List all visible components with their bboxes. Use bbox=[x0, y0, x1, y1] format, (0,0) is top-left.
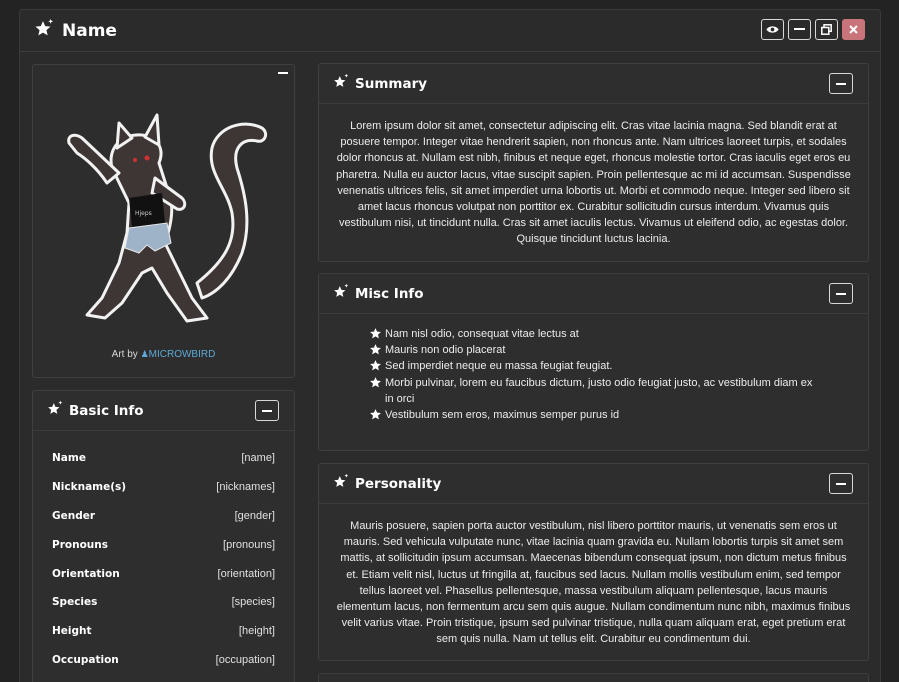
svg-text:Hjeps: Hjeps bbox=[135, 210, 152, 217]
list-item-text: Mauris non odio placerat bbox=[385, 344, 506, 357]
info-value: [orientation] bbox=[217, 567, 275, 580]
misc-info-list: Nam nisl odio, consequat vitae lectus at… bbox=[319, 314, 819, 423]
misc-info-panel: Misc Info Nam nisl odio, consequat vitae… bbox=[318, 273, 869, 451]
misc-info-header: Misc Info bbox=[319, 274, 868, 314]
basic-info-title: Basic Info bbox=[69, 402, 144, 419]
sparkle-star-icon bbox=[333, 283, 349, 304]
preview-button[interactable] bbox=[761, 19, 784, 40]
sparkle-star-icon bbox=[47, 400, 63, 421]
window-header: Name bbox=[20, 10, 880, 52]
minus-icon bbox=[836, 82, 846, 85]
info-row: Height [height] bbox=[33, 617, 294, 646]
summary-collapse-button[interactable] bbox=[829, 73, 853, 94]
info-row: Name [name] bbox=[33, 444, 294, 473]
minimize-button[interactable] bbox=[788, 19, 811, 40]
personality-text: Mauris posuere, sapien porta auctor vest… bbox=[336, 520, 851, 646]
info-value: [name] bbox=[241, 452, 275, 465]
info-key: Height bbox=[52, 625, 92, 638]
list-item-text: Morbi pulvinar, lorem eu faucibus dictum… bbox=[385, 376, 813, 405]
star-bullet-icon bbox=[370, 376, 381, 387]
close-button[interactable] bbox=[842, 19, 865, 40]
art-credit-prefix: Art by bbox=[111, 349, 138, 360]
personality-header: Personality bbox=[319, 464, 868, 504]
restore-icon bbox=[821, 24, 832, 35]
close-icon bbox=[849, 25, 858, 34]
list-item: Morbi pulvinar, lorem eu faucibus dictum… bbox=[369, 375, 819, 407]
basic-info-collapse-button[interactable] bbox=[255, 400, 279, 421]
restore-button[interactable] bbox=[815, 19, 838, 40]
info-row: Occupation [occupation] bbox=[33, 646, 294, 675]
basic-info-panel: Basic Info Name [name] Nickname(s) [nicknam… bbox=[32, 390, 295, 682]
info-key: Gender bbox=[52, 509, 96, 522]
personality-collapse-button[interactable] bbox=[829, 473, 853, 494]
profile-window: Name Hjeps Art by ♟MICROWBIRD Basic Info… bbox=[19, 9, 881, 682]
sparkle-star-icon bbox=[333, 473, 349, 494]
character-art-card: Hjeps Art by ♟MICROWBIRD bbox=[32, 64, 295, 378]
window-controls bbox=[761, 19, 865, 40]
list-item-text: Nam nisl odio, consequat vitae lectus at bbox=[385, 328, 579, 340]
summary-text: Lorem ipsum dolor sit amet, consectetur … bbox=[336, 120, 851, 246]
user-icon: ♟ bbox=[140, 349, 149, 359]
info-row: Nickname(s) [nicknames] bbox=[33, 473, 294, 502]
personality-panel: Personality Mauris posuere, sapien porta… bbox=[318, 463, 869, 661]
basic-info-header: Basic Info bbox=[33, 391, 294, 431]
info-row: Orientation [orientation] bbox=[33, 559, 294, 588]
info-key: Name bbox=[52, 452, 86, 465]
page-title: Name bbox=[62, 20, 117, 41]
info-value: [species] bbox=[231, 596, 275, 609]
star-bullet-icon bbox=[370, 409, 381, 420]
info-value: [height] bbox=[238, 625, 275, 638]
summary-title: Summary bbox=[355, 75, 428, 92]
summary-header: Summary bbox=[319, 64, 868, 104]
info-row: Gender [gender] bbox=[33, 502, 294, 531]
info-value: [pronouns] bbox=[223, 538, 275, 551]
sparkle-star-icon bbox=[34, 18, 54, 43]
minus-icon bbox=[836, 482, 846, 485]
info-key: Nickname(s) bbox=[52, 481, 127, 494]
list-item: Vestibulum sem eros, maximus semper puru… bbox=[369, 407, 819, 423]
star-bullet-icon bbox=[370, 360, 381, 371]
sparkle-star-icon bbox=[333, 73, 349, 94]
list-item: Mauris non odio placerat bbox=[369, 342, 819, 358]
info-key: Occupation bbox=[52, 653, 119, 666]
info-value: [nicknames] bbox=[216, 481, 275, 494]
star-bullet-icon bbox=[370, 344, 381, 355]
personality-title: Personality bbox=[355, 475, 442, 492]
info-key: Orientation bbox=[52, 567, 120, 580]
misc-info-collapse-button[interactable] bbox=[829, 283, 853, 304]
basic-info-list: Name [name] Nickname(s) [nicknames] Gender [g… bbox=[33, 431, 294, 674]
summary-panel: Summary Lorem ipsum dolor sit amet, cons… bbox=[318, 63, 869, 262]
info-value: [occupation] bbox=[215, 653, 275, 666]
list-item: Nam nisl odio, consequat vitae lectus at bbox=[369, 326, 819, 342]
minus-icon bbox=[836, 292, 846, 295]
character-illustration: Hjeps bbox=[67, 113, 268, 323]
info-row: Pronouns [pronouns] bbox=[33, 530, 294, 559]
info-key: Species bbox=[52, 596, 98, 609]
star-bullet-icon bbox=[370, 328, 381, 339]
info-value: [gender] bbox=[234, 509, 275, 522]
artist-link[interactable]: MICROWBIRD bbox=[149, 349, 216, 360]
next-panel bbox=[318, 673, 869, 682]
eye-icon bbox=[766, 26, 779, 33]
info-key: Pronouns bbox=[52, 538, 108, 551]
list-item-text: Sed imperdiet neque eu massa feugiat feu… bbox=[385, 360, 613, 373]
list-item: Sed imperdiet neque eu massa feugiat feu… bbox=[369, 358, 819, 374]
minus-icon bbox=[262, 409, 272, 412]
misc-info-title: Misc Info bbox=[355, 285, 424, 302]
info-row: Species [species] bbox=[33, 588, 294, 617]
minimize-icon bbox=[794, 28, 805, 30]
list-item-text: Vestibulum sem eros, maximus semper puru… bbox=[385, 409, 620, 422]
art-collapse-button[interactable] bbox=[278, 72, 288, 74]
art-credit: Art by ♟MICROWBIRD bbox=[33, 349, 294, 360]
